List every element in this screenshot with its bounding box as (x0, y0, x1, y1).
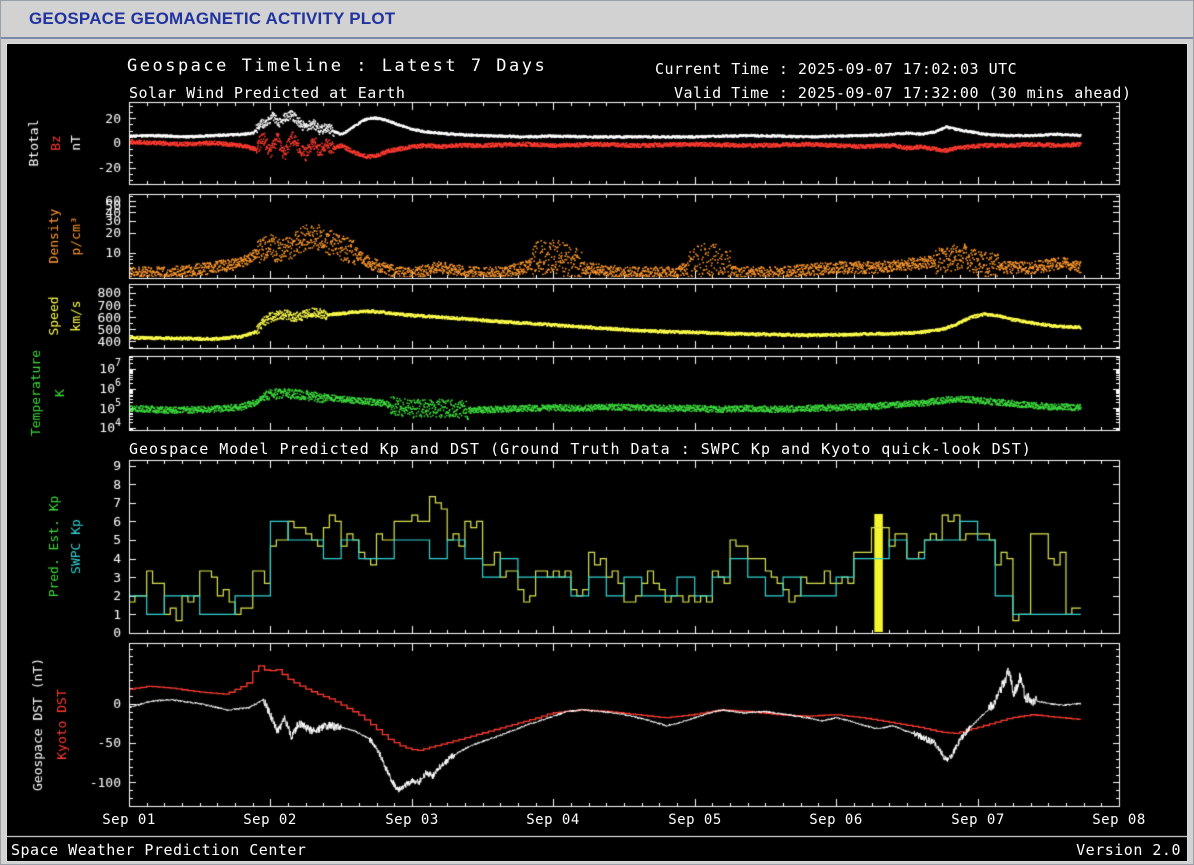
version-text: Version 2.0 (1076, 841, 1181, 859)
x-axis-label-sep03: Sep 03 (385, 812, 439, 828)
x-axis-label-sep06: Sep 06 (809, 812, 863, 828)
x-axis-label-sep08: Sep 08 (1092, 812, 1146, 828)
valid-time-text: Valid Time : 2025-09-07 17:32:00 (30 min… (674, 84, 1132, 102)
credit-text: Space Weather Prediction Center (11, 841, 307, 859)
header-divider (1, 37, 1193, 39)
x-axis-label-sep02: Sep 02 (243, 812, 297, 828)
page-title: GEOSPACE GEOMAGNETIC ACTIVITY PLOT (29, 9, 396, 28)
current-time-text: Current Time : 2025-09-07 17:02:03 UTC (655, 60, 1018, 78)
kp-dst-section-title: Geospace Model Predicted Kp and DST (Gro… (129, 440, 1032, 458)
page-header: GEOSPACE GEOMAGNETIC ACTIVITY PLOT (1, 1, 1193, 37)
x-axis-label-sep01: Sep 01 (102, 812, 156, 828)
x-axis-label-sep05: Sep 05 (668, 812, 722, 828)
solar-wind-subtitle: Solar Wind Predicted at Earth (129, 84, 406, 102)
plot-title: Geospace Timeline : Latest 7 Days (127, 56, 548, 76)
page: GEOSPACE GEOMAGNETIC ACTIVITY PLOT Geosp… (0, 0, 1194, 865)
x-axis-label-sep04: Sep 04 (526, 812, 580, 828)
x-axis-label-sep07: Sep 07 (951, 812, 1005, 828)
geospace-plot: Geospace Timeline : Latest 7 Days Curren… (6, 43, 1188, 862)
